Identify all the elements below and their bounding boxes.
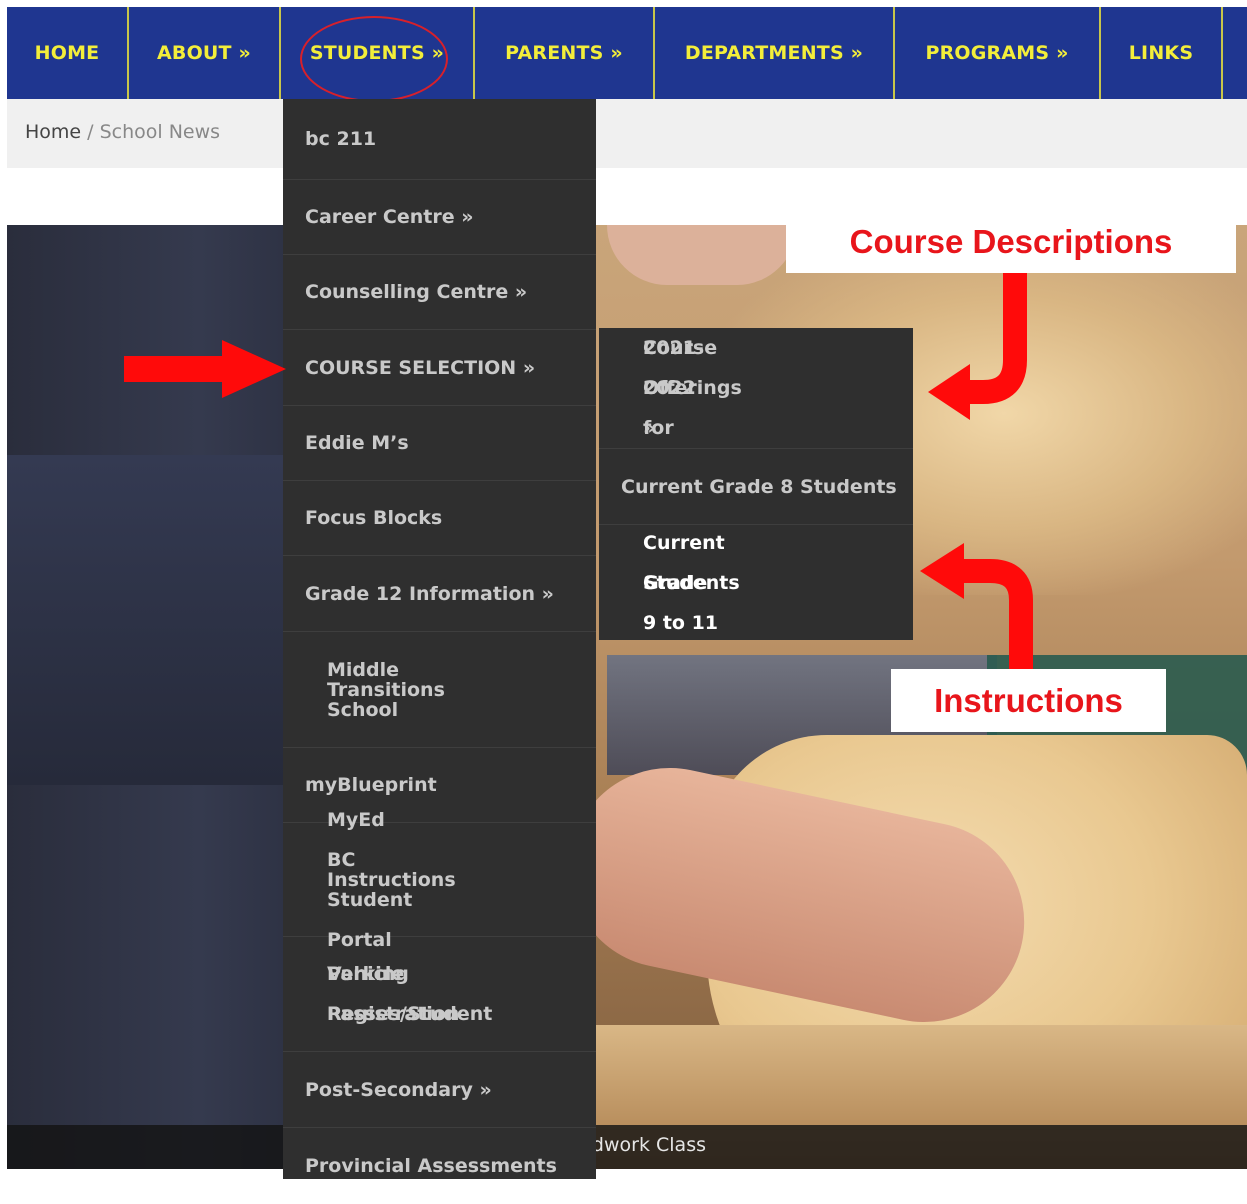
menu-item-counselling-centre[interactable]: Counselling Centre » [283, 255, 596, 330]
breadcrumb-bar: Home / School News [7, 99, 1247, 168]
menu-item-bc211[interactable]: bc 211 [283, 99, 596, 180]
submenu-item-grade-9-11[interactable]: Current Grade 9 to 11 Students [599, 525, 913, 640]
nav-students[interactable]: STUDENTS » [281, 7, 473, 99]
submenu-item-course-offerings[interactable]: Course Offerings for 2021-2022 » [599, 328, 913, 449]
students-dropdown: bc 211 Career Centre » Counselling Centr… [283, 99, 596, 1179]
menu-item-post-secondary[interactable]: Post-Secondary » [283, 1052, 596, 1128]
hero-face [607, 225, 797, 285]
breadcrumb-current: School News [99, 121, 221, 143]
course-descriptions-callout: Course Descriptions [786, 211, 1236, 273]
instructions-callout: Instructions [891, 669, 1166, 732]
main-nav: HOME ABOUT » STUDENTS » PARENTS » DEPART… [7, 7, 1247, 99]
menu-item-parking-passes[interactable]: Parking Passes/Student Vehicle Registrati… [283, 937, 596, 1052]
breadcrumb: Home / School News [25, 121, 220, 143]
nav-about[interactable]: ABOUT » [129, 7, 279, 99]
submenu-item-grade-8[interactable]: Current Grade 8 Students [599, 449, 913, 525]
nav-links[interactable]: LINKS [1101, 7, 1221, 99]
nav-departments[interactable]: DEPARTMENTS » [655, 7, 893, 99]
menu-item-myed-portal[interactable]: MyEd BC Student Portal Instructions [283, 809, 596, 951]
menu-item-eddie-ms[interactable]: Eddie M’s [283, 406, 596, 481]
menu-item-grade-12-info[interactable]: Grade 12 Information » [283, 556, 596, 632]
nav-home[interactable]: HOME [7, 7, 127, 99]
breadcrumb-separator: / [81, 121, 100, 143]
menu-item-middle-school-transitions[interactable]: Middle School Transitions [283, 632, 596, 748]
menu-item-career-centre[interactable]: Career Centre » [283, 180, 596, 255]
breadcrumb-home-link[interactable]: Home [25, 121, 81, 143]
hero-caption: Woodwork Class [587, 1134, 706, 1156]
menu-item-focus-blocks[interactable]: Focus Blocks [283, 481, 596, 556]
nav-programs[interactable]: PROGRAMS » [895, 7, 1099, 99]
nav-parents[interactable]: PARENTS » [475, 7, 653, 99]
menu-item-course-selection[interactable]: COURSE SELECTION » [283, 330, 596, 406]
menu-item-provincial-assessments[interactable]: Provincial Assessments [283, 1128, 596, 1204]
course-selection-submenu: Course Offerings for 2021-2022 » Current … [599, 328, 913, 640]
nav-divider [1221, 7, 1223, 99]
